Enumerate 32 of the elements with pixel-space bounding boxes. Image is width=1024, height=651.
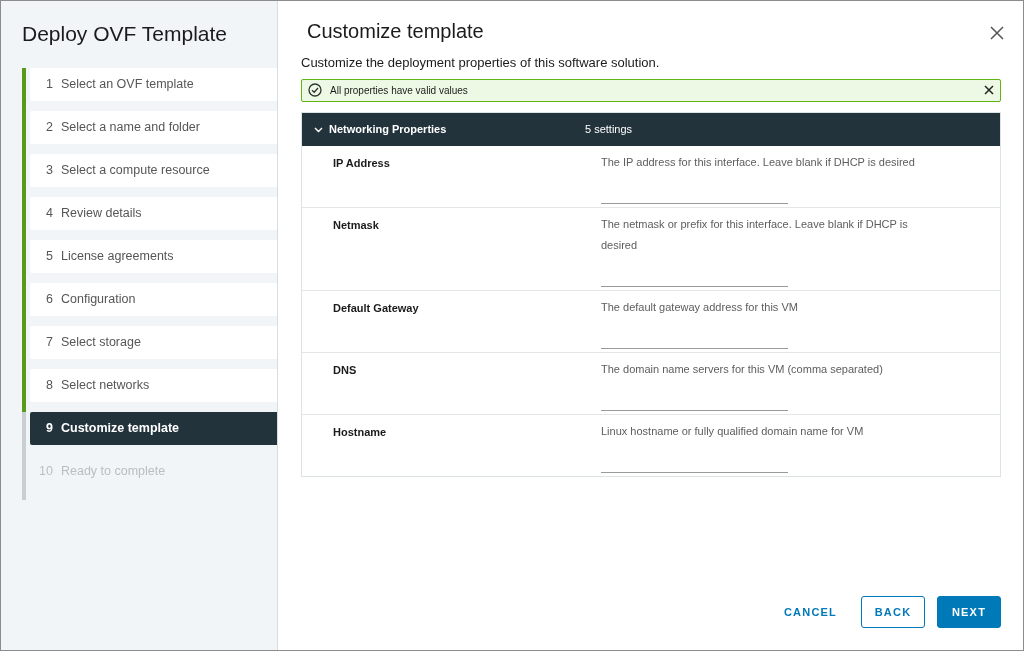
property-description: The netmask or prefix for this interface. Leave blank if DHCP is desired [601, 216, 909, 253]
group-count: 5 settings [585, 121, 633, 137]
property-description: The default gateway address for this VM [601, 299, 799, 315]
page-title: Customize template [306, 19, 484, 44]
wizard-step[interactable]: 2 Select a name and folder [30, 111, 277, 144]
wizard-step[interactable]: 8 Select networks [30, 369, 277, 402]
wizard-step[interactable]: 6 Configuration [30, 283, 277, 316]
property-description: Linux hostname or fully qualified domain name for VM [601, 423, 865, 439]
group-title: Networking Properties [329, 121, 447, 137]
wizard-step[interactable]: 1 Select an OVF template [30, 68, 277, 101]
property-description: The IP address for this interface. Leave blank if DHCP is desired [601, 154, 916, 170]
property-label: DNS [332, 362, 358, 378]
wizard-step[interactable]: 7 Select storage [30, 326, 277, 359]
close-icon[interactable] [984, 85, 994, 95]
wizard-title: Deploy OVF Template [21, 21, 229, 47]
property-label: Netmask [332, 217, 380, 233]
alert-message: All properties have valid values [330, 83, 469, 98]
property-description: The domain name servers for this VM (comma separated) [601, 361, 884, 377]
property-label: Default Gateway [332, 300, 420, 316]
wizard-step[interactable]: 9 Customize template [30, 412, 277, 445]
next-button[interactable]: NEXT [937, 596, 1001, 628]
wizard-step[interactable]: 3 Select a compute resource [30, 154, 277, 187]
group-header[interactable]: Networking Properties 5 settings [302, 112, 1000, 146]
wizard-step[interactable]: 4 Review details [30, 197, 277, 230]
check-circle-icon [308, 83, 322, 97]
back-button[interactable]: BACK [861, 596, 925, 628]
property-label: Hostname [332, 424, 388, 440]
property-label: IP Address [332, 155, 391, 171]
page-description: Customize the deployment properties of this software solution. [301, 54, 661, 72]
cancel-button[interactable]: CANCEL [771, 596, 849, 628]
close-icon[interactable] [990, 26, 1004, 40]
wizard-step[interactable]: 5 License agreements [30, 240, 277, 273]
